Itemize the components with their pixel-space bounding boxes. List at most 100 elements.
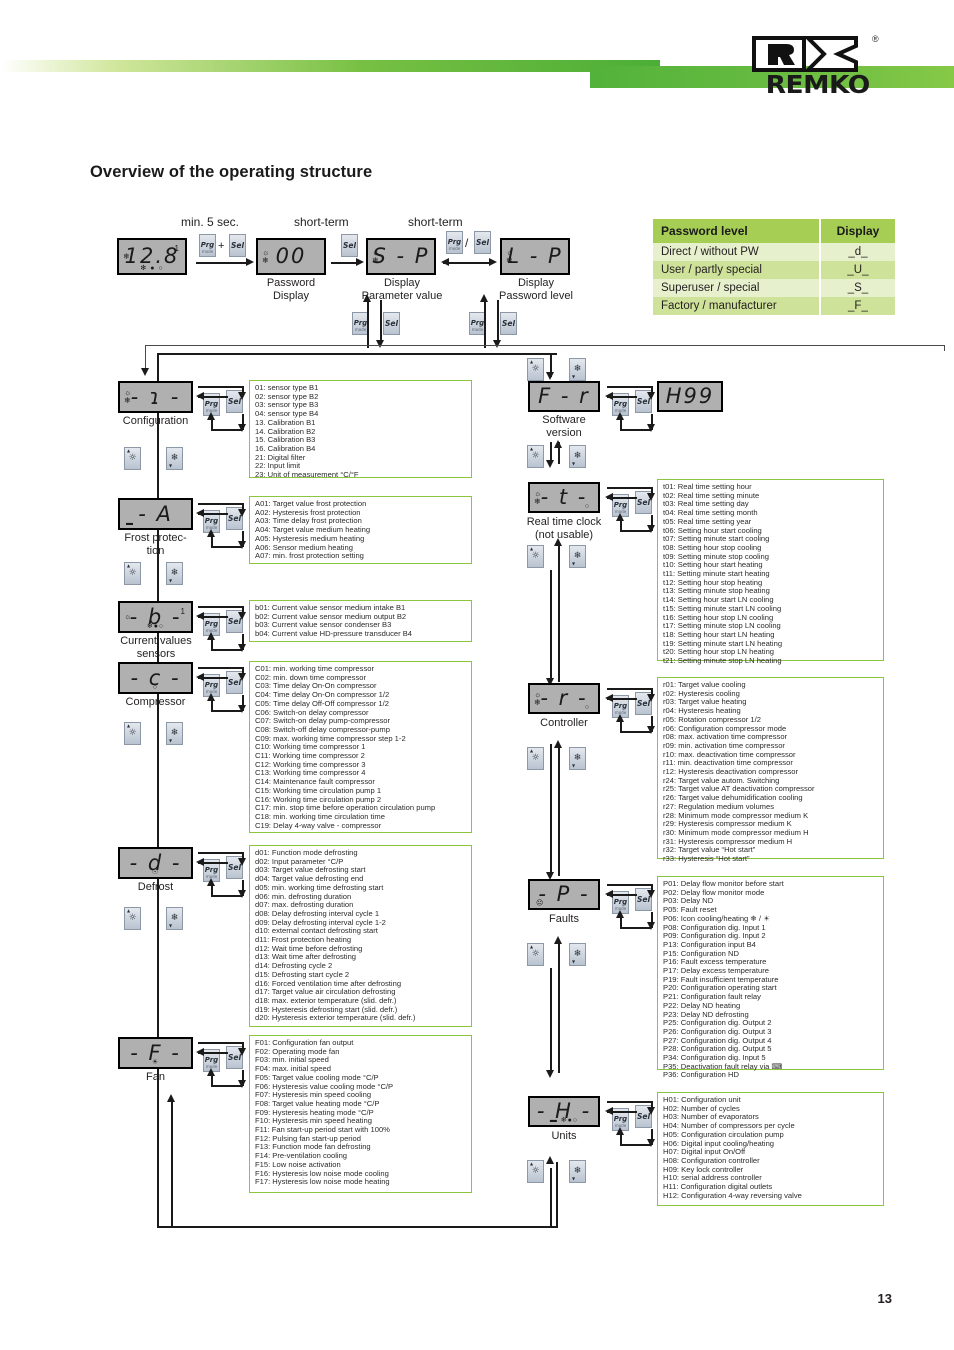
param-item: A07: min. frost protection setting xyxy=(255,551,364,561)
arrow-head-3l xyxy=(441,258,449,266)
lcd-superscript: 1 xyxy=(174,244,179,253)
cell-display: _S_ xyxy=(819,279,895,297)
arrow-line-1 xyxy=(196,262,248,264)
down-arrow-key-faults[interactable]: ❄ ▼ xyxy=(569,747,586,770)
caption-current-values: Current values sensors xyxy=(120,635,192,660)
up-arrow-key-clock[interactable]: ▲ ☼ xyxy=(527,445,544,468)
caption-real-time-clock: Real time clock (not usable) xyxy=(526,516,602,541)
loop-down-arrow-sensors xyxy=(238,612,246,620)
table-header-row: Password level Display xyxy=(653,219,895,243)
up-arrow-key-controller[interactable]: ▲ ☼ xyxy=(527,545,544,568)
sun-snow-icons: ☼ ❄ xyxy=(534,488,542,506)
sel-key-2[interactable]: Sel xyxy=(341,234,358,257)
loop-back-arrow-frost xyxy=(207,529,215,537)
sel-key-1[interactable]: Sel xyxy=(229,234,246,257)
cell-level: User / partly special xyxy=(653,261,821,279)
lcd-controller: ☼ ❄ - r - ○ xyxy=(528,683,600,714)
sel-key-3[interactable]: Sel xyxy=(474,231,491,254)
plist-defrost: d01: Function mode defrosting d02: Input… xyxy=(249,845,472,1027)
sel-key-bus-right[interactable]: Sel xyxy=(500,312,517,335)
th-display: Display xyxy=(819,219,895,243)
plist-controller: r01: Target value cooling r02: Hysteresi… xyxy=(657,677,884,863)
down-arrow-key-controller[interactable]: ❄ ▼ xyxy=(569,545,586,568)
lcd-value: - A xyxy=(138,501,173,526)
bus-down-arrow-left xyxy=(376,340,384,348)
loop-back-arrow-clock xyxy=(616,513,624,521)
up-arrow-key-configuration[interactable]: ▲ ☼ xyxy=(124,447,141,470)
label-min-5-sec: min. 5 sec. xyxy=(181,215,240,229)
th-password-level: Password level xyxy=(653,219,821,243)
lcd-fan: - F - ☀ xyxy=(118,1037,193,1069)
lcd-main-temperature: ❄ 12.8 1 ✻ ● ○ xyxy=(117,238,187,275)
up-arrow-key-software[interactable]: ▲ ☼ xyxy=(527,358,544,381)
loop-top-clock xyxy=(607,487,653,489)
lcd-value: - P - xyxy=(538,882,590,906)
label-short-term-2: short-term xyxy=(408,215,463,229)
loop-back-arrow-sensors xyxy=(207,632,215,640)
down-arrow-key-clock[interactable]: ❄ ▼ xyxy=(569,445,586,468)
param-item: r33: Hysteresis “Hot start” xyxy=(663,854,750,864)
lcd-status-icons: ▬ ❄●○ xyxy=(549,1117,579,1124)
lcd-faults: - P - ☹ xyxy=(528,879,600,910)
remko-wordmark: REMKO xyxy=(765,70,871,99)
remko-logo: ® REMKO xyxy=(752,34,882,106)
loop-down2-arrow-units xyxy=(647,1139,655,1147)
loop-down2-arrow-sensors xyxy=(238,644,246,652)
loop-left-arrow-configuration xyxy=(196,392,204,400)
caption-password-level: Display Password level xyxy=(499,277,573,302)
loop-down-arrow-software xyxy=(647,392,655,400)
bus-drop-arrow xyxy=(141,368,149,376)
up-arrow-key-frost[interactable]: ▲ ☼ xyxy=(124,562,141,585)
lcd-status-icon: ☀ xyxy=(151,1059,160,1066)
prg-key-2[interactable]: Prg mode xyxy=(446,231,463,254)
sel-key-bus-left[interactable]: Sel xyxy=(383,312,400,335)
up-arrow-key-units[interactable]: ▲ ☼ xyxy=(527,943,544,966)
cell-level: Superuser / special xyxy=(653,279,821,297)
fan-return-line xyxy=(171,1100,173,1226)
remko-logo-mark xyxy=(752,36,858,72)
up-arrow-key-units-bottom[interactable]: ▲ ☼ xyxy=(527,1160,544,1183)
plist-faults: P01: Delay flow monitor before start P02… xyxy=(657,876,884,1079)
down-arrow-key-configuration[interactable]: ❄ ▼ xyxy=(166,447,183,470)
loop-back-arrow-controller xyxy=(616,714,624,722)
loop-top-units xyxy=(607,1101,653,1103)
fan-return-arrow xyxy=(167,1094,175,1102)
down-arrow-key-units[interactable]: ❄ ▼ xyxy=(569,943,586,966)
faults-in-line-up xyxy=(558,744,560,876)
up-arrow-key-defrost[interactable]: ▲ ☼ xyxy=(124,907,141,930)
up-arrow-key-compressor[interactable]: ▲ ☼ xyxy=(124,722,141,745)
down-arrow-key-compressor[interactable]: ❄ ▼ xyxy=(166,722,183,745)
plist-real-time-clock: t01: Real time setting hour t02: Real ti… xyxy=(657,479,884,665)
lcd-status-icon: ○ xyxy=(152,684,159,691)
page-title: Overview of the operating structure xyxy=(90,163,373,181)
down-arrow-key-defrost[interactable]: ❄ ▼ xyxy=(166,907,183,930)
page-number: 13 xyxy=(877,1291,892,1306)
loop-down-arrow-clock xyxy=(647,493,655,501)
lcd-software-version: F - r xyxy=(528,381,600,412)
loop-down2-arrow-frost xyxy=(238,541,246,549)
caption-units: Units xyxy=(551,1130,577,1142)
table-row: Direct / without PW _d_ xyxy=(653,243,895,261)
controller-in-line-up xyxy=(558,542,560,682)
lcd-parameter-value: ☼ ❄ S - P xyxy=(366,238,436,275)
loop-down-arrow-configuration xyxy=(238,392,246,400)
down-arrow-key-software[interactable]: ❄ ▼ xyxy=(569,358,586,381)
plist-configuration: 01: sensor type B1 02: sensor type B2 03… xyxy=(249,380,472,479)
lcd-status-icon: ☉ xyxy=(151,869,160,876)
lcd-value: 00 xyxy=(275,244,307,268)
loop-left-arrow-units xyxy=(605,1107,613,1115)
caption-frost-protection: Frost protec- tion xyxy=(124,532,187,557)
prg-key-1[interactable]: Prg mode xyxy=(199,234,216,257)
lcd-value: S - P xyxy=(372,244,430,268)
down-arrow-key-frost[interactable]: ❄ ▼ xyxy=(166,562,183,585)
lcd-status-icon: ○ xyxy=(584,704,590,711)
down-arrow-key-units-bottom[interactable]: ❄ ▼ xyxy=(569,1160,586,1183)
cell-display: _d_ xyxy=(819,243,895,261)
loop-down2-arrow-faults xyxy=(647,922,655,930)
lcd-status-icons: ✻ ● ○ xyxy=(140,265,164,272)
loop-down2-arrow-fan xyxy=(238,1080,246,1088)
loop-down2-arrow-defrost xyxy=(238,890,246,898)
controller-in-arrow-up xyxy=(554,538,562,546)
loop-top-compressor xyxy=(198,667,244,669)
up-arrow-key-faults[interactable]: ▲ ☼ xyxy=(527,747,544,770)
